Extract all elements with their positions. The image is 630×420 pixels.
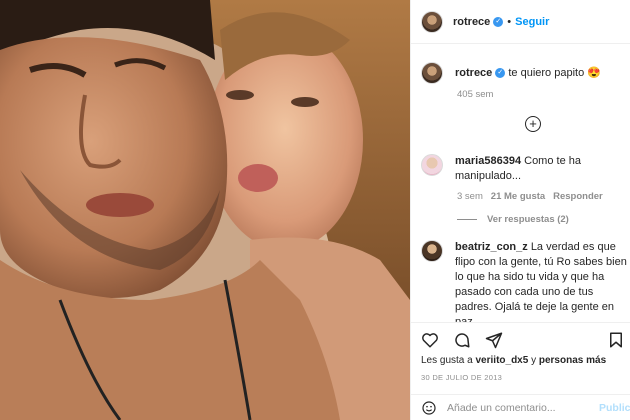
- caption-text: te quiero papito 😍: [508, 67, 601, 79]
- likes-others[interactable]: personas más: [539, 355, 606, 366]
- caption-age[interactable]: 405 sem: [457, 89, 493, 100]
- comment-input[interactable]: [447, 401, 587, 414]
- verified-badge-icon: ✓: [493, 16, 504, 27]
- likes-middle: y: [531, 355, 537, 366]
- bookmark-icon[interactable]: [607, 331, 625, 349]
- commenter-avatar[interactable]: [421, 154, 443, 176]
- comment-icon[interactable]: [453, 331, 471, 349]
- post-photo[interactable]: [0, 0, 410, 420]
- view-replies-label: Ver respuestas (2): [487, 214, 569, 225]
- separator-dot: •: [507, 15, 512, 28]
- comment-age[interactable]: 3 sem: [457, 191, 483, 202]
- add-comment-bar: Publica: [411, 394, 630, 420]
- post-actions: Les gusta a veriito_dx5 y personas más 3…: [411, 322, 630, 396]
- caption-avatar[interactable]: [421, 62, 443, 84]
- caption: rotrece ✓ te quiero papito 😍: [421, 62, 627, 84]
- comments-list[interactable]: rotrece ✓ te quiero papito 😍 405 sem + ma…: [411, 44, 630, 322]
- likes-summary[interactable]: Les gusta a veriito_dx5 y personas más: [421, 355, 606, 366]
- comment-username[interactable]: maria586394: [455, 155, 521, 167]
- commenter-avatar[interactable]: [421, 240, 443, 262]
- plus-circle-icon[interactable]: +: [525, 116, 541, 132]
- comment-item: maria586394 Como te ha manipulado...: [421, 154, 627, 184]
- comment-username[interactable]: beatriz_con_z: [455, 241, 528, 253]
- comment-meta: 3 sem 21 Me gusta Responder: [457, 191, 603, 202]
- replies-divider: [457, 219, 477, 220]
- comment-item: beatriz_con_z La verdad es que flipo con…: [421, 240, 627, 322]
- author-avatar[interactable]: [421, 10, 443, 33]
- smiley-icon[interactable]: [421, 400, 437, 416]
- post-date[interactable]: 30 DE JULIO DE 2013: [421, 373, 502, 382]
- author-username[interactable]: rotrece: [453, 16, 490, 28]
- comment-likes[interactable]: 21 Me gusta: [491, 191, 545, 202]
- view-replies-button[interactable]: Ver respuestas (2): [457, 214, 569, 225]
- comment-text: La verdad es que flipo con la gente, tú …: [455, 241, 627, 322]
- share-icon[interactable]: [485, 331, 503, 349]
- likes-prefix: Les gusta a: [421, 355, 473, 366]
- caption-username[interactable]: rotrece: [455, 67, 492, 79]
- verified-badge-icon: ✓: [495, 68, 506, 79]
- likes-user[interactable]: veriito_dx5: [476, 355, 529, 366]
- heart-icon[interactable]: [421, 331, 439, 349]
- selfie-image: [0, 0, 410, 420]
- publish-button[interactable]: Publica: [599, 402, 630, 414]
- post-header: rotrece ✓ • Seguir: [411, 0, 630, 44]
- post-side-panel: rotrece ✓ • Seguir rotrece ✓ te quiero pa…: [410, 0, 630, 420]
- reply-button[interactable]: Responder: [553, 191, 603, 202]
- follow-button[interactable]: Seguir: [515, 16, 549, 28]
